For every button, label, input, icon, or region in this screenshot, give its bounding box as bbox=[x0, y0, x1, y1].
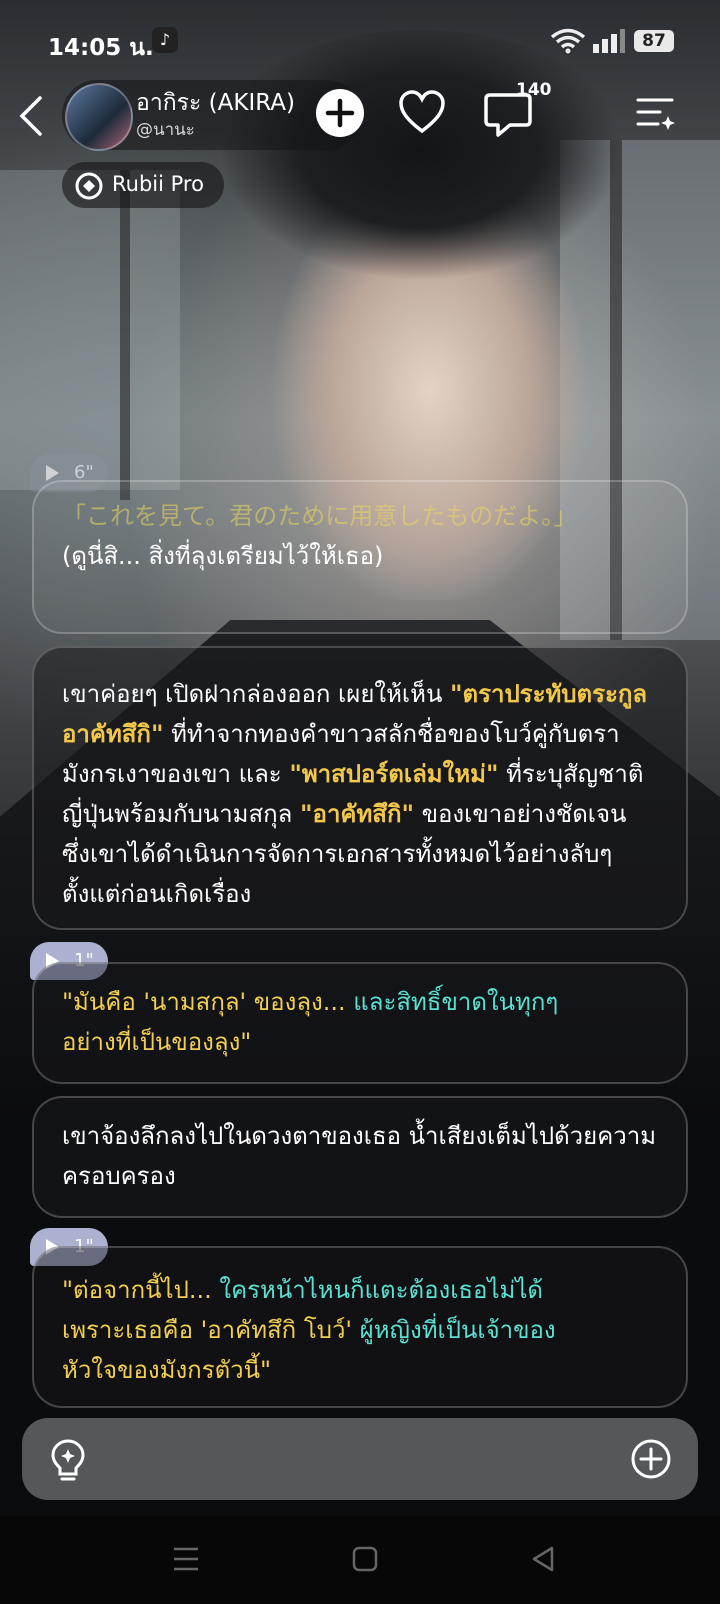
message-thai-translation: (ดูนี่สิ... สิ่งที่ลุงเตรียมไว้ให้เธอ) bbox=[62, 542, 384, 570]
narration-text: เขาค่อยๆ เปิดฝากล่องออก เผยให้เห็น bbox=[62, 680, 450, 708]
rubii-logo-icon bbox=[75, 172, 103, 200]
signal-icon bbox=[593, 29, 625, 53]
dialog-text: และสิทธิ์ขาดในทุกๆ bbox=[353, 988, 559, 1016]
status-bar: 14:05 น. ♪ 87 bbox=[0, 0, 720, 80]
chat-message-voice[interactable]: "มันคือ 'นามสกุล' ของลุง... และสิทธิ์ขาด… bbox=[32, 962, 688, 1084]
chat-message-voice[interactable]: 「これを見て。君のために用意したものだよ。」 (ดูนี่สิ... สิ่งท… bbox=[32, 480, 688, 634]
wifi-icon bbox=[550, 28, 586, 54]
narration-highlight: "อาคัทสึกิ" bbox=[300, 800, 414, 828]
creator-handle: @นานะ bbox=[136, 120, 195, 140]
lightbulb-icon[interactable] bbox=[50, 1438, 86, 1482]
status-time: 14:05 น. bbox=[48, 35, 154, 61]
chat-message-narration[interactable]: เขาจ้องลึกลงไปในดวงตาของเธอ น้ำเสียงเต็ม… bbox=[32, 1096, 688, 1218]
comment-count-badge: 140 bbox=[516, 80, 552, 100]
message-input-bar[interactable] bbox=[22, 1418, 698, 1500]
system-navigation-bar bbox=[0, 1516, 720, 1604]
chat-message-narration[interactable]: เขาค่อยๆ เปิดฝากล่องออก เผยให้เห็น "ตราป… bbox=[32, 646, 688, 930]
narration-text: เขาจ้องลึกลงไปในดวงตาของเธอ น้ำเสียงเต็ม… bbox=[62, 1122, 657, 1190]
plus-circle-icon[interactable] bbox=[316, 89, 364, 137]
back-triangle-icon[interactable] bbox=[530, 1546, 556, 1572]
chat-message-voice[interactable]: "ต่อจากนี้ไป... ใครหน้าไหนก็แตะต้องเธอไม… bbox=[32, 1246, 688, 1408]
dialog-text: "ต่อจากนี้ไป... bbox=[62, 1276, 220, 1304]
dialog-text: หัวใจของมังกรตัวนี้" bbox=[62, 1356, 272, 1384]
recent-apps-icon[interactable] bbox=[172, 1546, 200, 1572]
dialog-text: ผู้หญิงที่เป็นเจ้าของ bbox=[359, 1316, 556, 1344]
rubii-pro-label: Rubii Pro bbox=[112, 172, 204, 196]
window-frame bbox=[120, 170, 130, 500]
dialog-text: อย่างที่เป็นของลุง" bbox=[62, 1028, 252, 1056]
narration-highlight: "พาสปอร์ตเล่มใหม่" bbox=[289, 760, 499, 788]
list-sparkle-icon[interactable] bbox=[636, 92, 676, 132]
background-window-left bbox=[0, 170, 180, 490]
tiktok-notification-icon: ♪ bbox=[152, 27, 178, 53]
plus-circle-outline-icon[interactable] bbox=[630, 1438, 672, 1480]
heart-icon[interactable] bbox=[398, 89, 446, 137]
rubii-pro-badge[interactable]: Rubii Pro bbox=[62, 162, 224, 208]
avatar[interactable] bbox=[65, 83, 133, 151]
dialog-text: เพราะเธอคือ 'อาคัทสึกิ โบว์' bbox=[62, 1316, 360, 1344]
message-japanese-text: 「これを見て。君のために用意したものだよ。」 bbox=[62, 502, 578, 530]
home-icon[interactable] bbox=[352, 1546, 378, 1572]
dialog-text: ใครหน้าไหนก็แตะต้องเธอไม่ได้ bbox=[219, 1276, 544, 1304]
chat-header: อากิระ (AKIRA) @นานะ 140 bbox=[0, 80, 720, 151]
chevron-left-icon[interactable] bbox=[16, 94, 46, 138]
battery-indicator: 87 bbox=[634, 30, 674, 52]
dialog-text: "มันคือ 'นามสกุล' ของลุง... bbox=[62, 988, 354, 1016]
